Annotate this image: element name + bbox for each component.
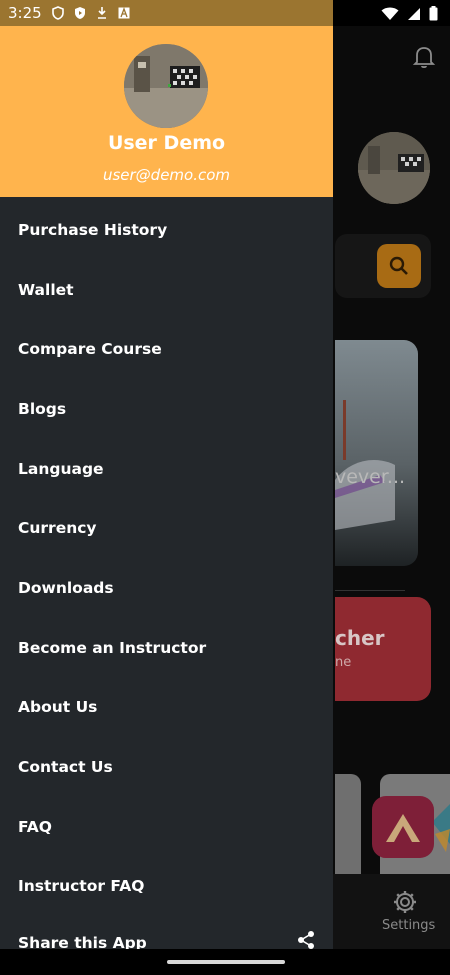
menu-item-label: Purchase History: [18, 220, 168, 239]
category-tile[interactable]: [335, 774, 361, 874]
card-subtitle: ne: [335, 655, 352, 670]
system-icons: [381, 6, 438, 21]
menu-item-blogs[interactable]: Blogs: [0, 379, 333, 439]
divider: [335, 590, 405, 591]
signal-icon: [408, 7, 420, 20]
menu-item-contact-us[interactable]: Contact Us: [0, 737, 333, 797]
settings-gear-icon[interactable]: [391, 888, 419, 916]
menu-item-label: Contact Us: [18, 758, 113, 777]
menu-item-label: Wallet: [18, 280, 74, 299]
user-avatar[interactable]: [124, 44, 208, 128]
menu-item-about-us[interactable]: About Us: [0, 678, 333, 738]
menu-item-label: Compare Course: [18, 340, 162, 359]
search-icon: [389, 256, 408, 275]
font-a-icon: [118, 7, 130, 19]
settings-label[interactable]: Settings: [382, 918, 435, 933]
menu-item-compare-course[interactable]: Compare Course: [0, 319, 333, 379]
profile-avatar[interactable]: [358, 132, 430, 204]
user-name: User Demo: [107, 132, 226, 154]
share-icon: [298, 931, 314, 950]
menu-item-label: Instructor FAQ: [18, 877, 145, 896]
drawer-header: User Demo user@demo.com: [0, 26, 333, 197]
download-arrow-icon: [98, 7, 106, 19]
menu-item-faq[interactable]: FAQ: [0, 797, 333, 857]
status-time: 3:25: [8, 4, 42, 22]
menu-item-label: Language: [18, 459, 104, 478]
menu-item-become-instructor[interactable]: Become an Instructor: [0, 618, 333, 678]
category-logo-icon: [372, 796, 434, 858]
shield-icon: [52, 6, 64, 20]
menu-item-currency[interactable]: Currency: [0, 498, 333, 558]
status-bar-drawer-area: [0, 0, 333, 26]
card-title: cher: [335, 626, 385, 650]
menu-item-label: Blogs: [18, 399, 67, 418]
menu-item-downloads[interactable]: Downloads: [0, 558, 333, 618]
gesture-nav-bar: [0, 949, 450, 975]
status-bar: 3:25: [0, 0, 450, 26]
menu-item-purchase-history[interactable]: Purchase History: [0, 200, 333, 260]
search-button[interactable]: [377, 244, 421, 288]
menu-item-label: Currency: [18, 519, 97, 538]
notification-bell-icon[interactable]: [412, 44, 436, 70]
menu-item-label: About Us: [18, 698, 98, 717]
battery-icon: [429, 6, 438, 21]
featured-course-banner[interactable]: [335, 340, 418, 566]
banner-text: vever...: [335, 466, 406, 488]
menu-item-label: FAQ: [18, 817, 52, 836]
navigation-drawer: User Demo user@demo.com Purchase History…: [0, 26, 333, 975]
play-shield-icon: [75, 7, 85, 19]
menu-item-label: Become an Instructor: [18, 638, 207, 657]
user-email: user@demo.com: [102, 166, 231, 184]
wifi-icon: [381, 7, 399, 20]
menu-item-instructor-faq[interactable]: Instructor FAQ: [0, 857, 333, 917]
home-indicator[interactable]: [167, 960, 285, 964]
menu-item-language[interactable]: Language: [0, 439, 333, 499]
menu-item-wallet[interactable]: Wallet: [0, 260, 333, 320]
menu-item-label: Downloads: [18, 578, 114, 597]
notification-icons: [52, 6, 130, 20]
drawer-menu: Purchase History Wallet Compare Course B…: [0, 200, 333, 974]
